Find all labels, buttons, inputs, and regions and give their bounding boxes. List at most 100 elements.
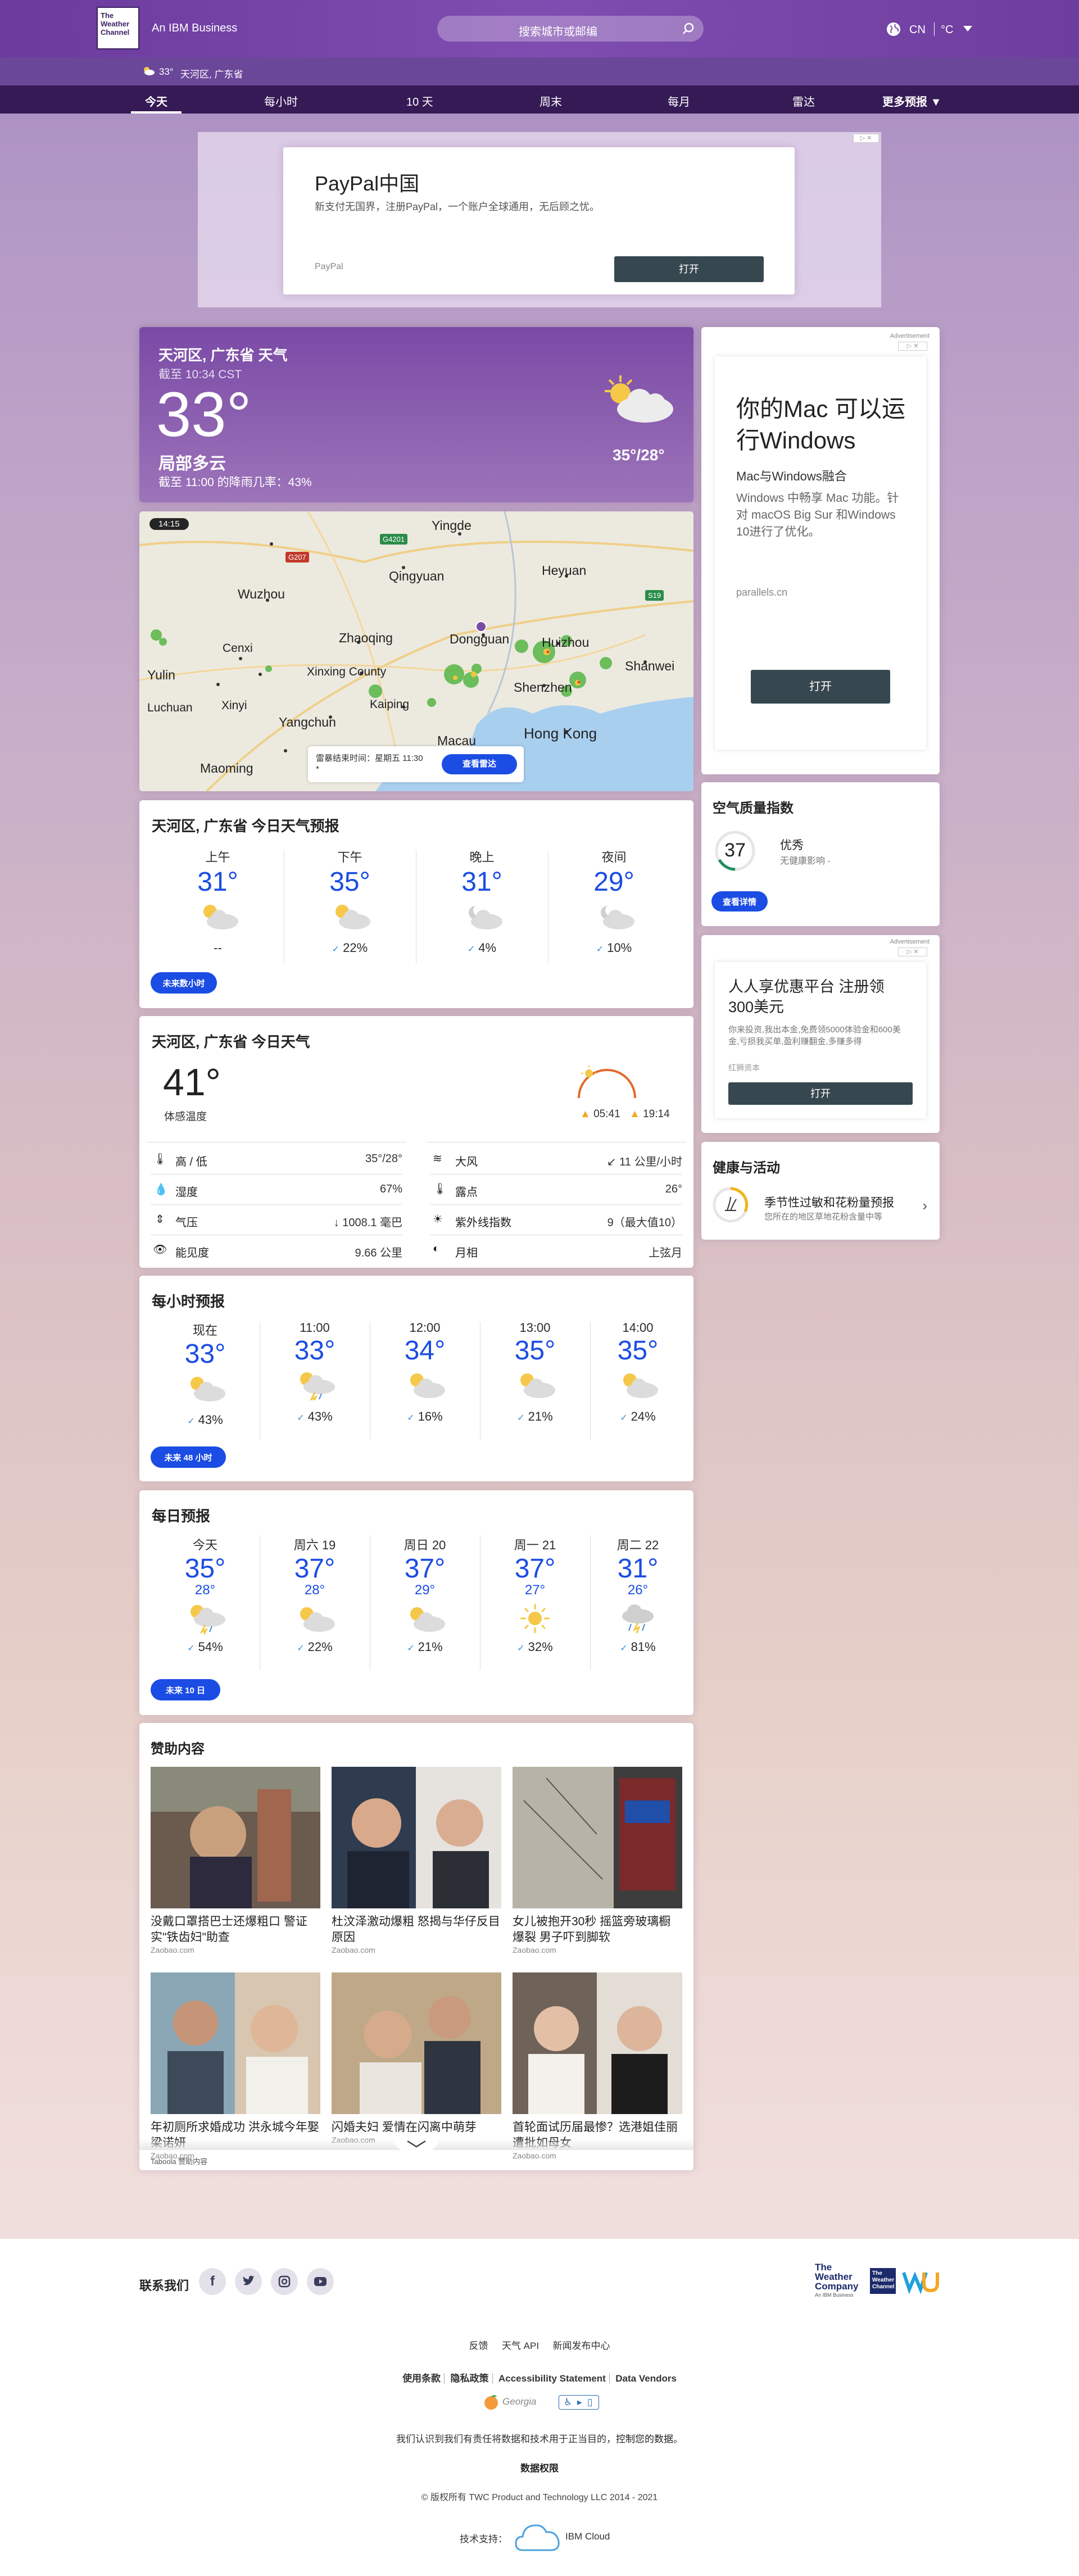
twc-logo[interactable]: The Weather Channel bbox=[97, 7, 139, 49]
hourly-column[interactable]: 14:00 35° ✓ 24% bbox=[590, 1321, 686, 1424]
footer-link-data-vendors[interactable]: Data Vendors bbox=[612, 2373, 680, 2384]
footer-link-privacy[interactable]: 隐私政策 bbox=[447, 2373, 493, 2384]
investment-ad-open-button[interactable]: 打开 bbox=[728, 1082, 913, 1105]
mac-ad-open-button[interactable]: 打开 bbox=[751, 670, 890, 704]
forecast-column[interactable]: 晚上 31° ✓ 4% bbox=[416, 847, 548, 955]
instagram-icon[interactable] bbox=[271, 2268, 298, 2295]
aqi-details-button[interactable]: 查看详情 bbox=[711, 891, 768, 911]
twc-channel-logo[interactable]: The Weather Channel bbox=[870, 2268, 896, 2294]
hourly-column[interactable]: 12:00 34° ✓ 16% bbox=[370, 1321, 480, 1424]
sponsored-card: 赞助内容 没戴口罩搭巴士还爆粗口 警证实"铁齿妇"助查 Zaobao.com 杜… bbox=[139, 1723, 693, 2170]
sponsored-item[interactable]: 首轮面试历届最惨？选港姐佳丽遭批如母女 Zaobao.com bbox=[513, 1972, 682, 2160]
article-title[interactable]: 杜汶泽激动爆粗 怒揭与华仔反目原因 bbox=[332, 1914, 501, 1945]
nav-item-more[interactable]: 更多预报 ▼ bbox=[882, 93, 941, 109]
next-hours-button[interactable]: 未来数小时 bbox=[151, 972, 217, 994]
footer-link-press[interactable]: 新闻发布中心 bbox=[553, 2341, 610, 2351]
wu-logo[interactable] bbox=[901, 2268, 940, 2294]
globe-icon[interactable] bbox=[886, 21, 901, 37]
search-input[interactable]: 搜索城市或邮编 bbox=[519, 22, 597, 39]
footer-link-terms[interactable]: 使用条款 bbox=[399, 2373, 445, 2384]
accessibility-badge[interactable]: ♿ ▸ ▯ bbox=[559, 2395, 599, 2410]
forecast-column[interactable]: 下午 35° ✓ 22% bbox=[284, 847, 416, 955]
nav-item-radar[interactable]: 雷达 bbox=[792, 93, 815, 109]
hourly-column[interactable]: 11:00 33° ✓ 43% bbox=[260, 1321, 370, 1424]
mac-ad-card[interactable]: Advertisement ▷ ✕ 你的Mac 可以运行Windows Mac与… bbox=[701, 327, 940, 774]
unit-label[interactable]: °C bbox=[941, 24, 953, 37]
rain-chance: 22% bbox=[307, 1640, 333, 1654]
data-rights-link[interactable]: 数据权限 bbox=[0, 2460, 1079, 2474]
sunny-icon bbox=[520, 1604, 550, 1633]
view-radar-button[interactable]: 查看雷达 bbox=[442, 754, 517, 774]
sponsored-item[interactable]: 杜汶泽激动爆粗 怒揭与华仔反目原因 Zaobao.com bbox=[332, 1767, 501, 1954]
chevron-right-icon: › bbox=[922, 1197, 927, 1214]
article-image[interactable] bbox=[513, 1767, 682, 1908]
forecast-column[interactable]: 上午 31° -- bbox=[152, 847, 284, 955]
weather-company-logo[interactable]: The Weather Company An IBM Business bbox=[815, 2262, 865, 2307]
footer-link-api[interactable]: 天气 API bbox=[502, 2341, 539, 2351]
georgia-badge[interactable]: Georgia bbox=[482, 2392, 552, 2412]
nav-item-hourly[interactable]: 每小时 bbox=[264, 93, 298, 109]
nav-item-today[interactable]: 今天 bbox=[131, 85, 182, 114]
article-source: Zaobao.com bbox=[151, 1945, 194, 1954]
nav-item-weekend[interactable]: 周末 bbox=[540, 93, 562, 109]
highway-shield: G4201 bbox=[380, 534, 408, 545]
investment-ad-card[interactable]: Advertisement ▷ ✕ 人人享优惠平台 注册领300美元 你来投资,… bbox=[701, 935, 940, 1133]
daily-column[interactable]: 周一 21 37° 27° ✓ 32% bbox=[480, 1535, 590, 1654]
article-image[interactable] bbox=[513, 1972, 682, 2114]
article-image[interactable] bbox=[332, 1972, 501, 2114]
raindrop-icon: ✓ bbox=[332, 945, 340, 954]
ad-close-badge[interactable]: ▷ ✕ bbox=[898, 947, 927, 956]
nav-item-10day[interactable]: 10 天 bbox=[406, 93, 433, 109]
footer-link-feedback[interactable]: 反馈 bbox=[469, 2341, 488, 2351]
article-image[interactable] bbox=[151, 1767, 320, 1908]
pollen-item[interactable]: 季节性过敏和花粉量预报 您所在的地区草地花粉含量中等 › bbox=[711, 1182, 930, 1228]
nav-item-monthly[interactable]: 每月 bbox=[668, 93, 690, 109]
hour-temp: 35° bbox=[617, 1336, 659, 1366]
daily-column[interactable]: 周日 20 37° 29° ✓ 21% bbox=[370, 1535, 480, 1654]
taboola-label[interactable]: Taboola 赞助内容 bbox=[151, 2156, 207, 2166]
next-48-hours-button[interactable]: 未来 48 小时 bbox=[151, 1446, 226, 1468]
twitter-icon[interactable] bbox=[235, 2268, 262, 2295]
daily-column[interactable]: 今天 35° 28° ✓ 54% bbox=[151, 1535, 260, 1654]
article-image[interactable] bbox=[151, 1972, 320, 2114]
radar-map-card[interactable]: Yingde Qingyuan Heyuan Wuzhou Zhaoqing D… bbox=[139, 511, 693, 791]
map-label: Kaiping bbox=[370, 698, 410, 711]
sponsored-item[interactable]: 闪婚夫妇 爱情在闪离中萌芽 Zaobao.com bbox=[332, 1972, 501, 2144]
article-title[interactable]: 没戴口罩搭巴士还爆粗口 警证实"铁齿妇"助查 bbox=[151, 1914, 320, 1945]
hourly-column[interactable]: 13:00 35° ✓ 21% bbox=[480, 1321, 590, 1424]
day-high: 31° bbox=[617, 1554, 659, 1584]
forecast-column[interactable]: 夜间 29° ✓ 10% bbox=[548, 847, 680, 955]
ibm-business-label: An IBM Business bbox=[152, 22, 238, 34]
day-label: 今天 bbox=[192, 1538, 217, 1552]
subbar-temp[interactable]: 33° bbox=[159, 66, 174, 78]
article-title[interactable]: 女儿被抱开30秒 摇篮旁玻璃橱爆裂 男子吓到脚软 bbox=[513, 1914, 682, 1945]
daily-column[interactable]: 周六 19 37° 28° ✓ 22% bbox=[260, 1535, 370, 1654]
ad-close-badge[interactable]: ▷ ✕ bbox=[898, 342, 927, 351]
article-image[interactable] bbox=[332, 1767, 501, 1908]
current-rain-chance: 截至 11:00 的降雨几率：43% bbox=[158, 476, 312, 489]
search-icon[interactable] bbox=[682, 22, 695, 35]
paypal-ad-open-button[interactable]: 打开 bbox=[614, 256, 764, 282]
ad-close-badge[interactable]: ▷ ✕ bbox=[853, 134, 879, 143]
partly-cloudy-icon bbox=[335, 905, 370, 929]
article-title[interactable]: 闪婚夫妇 爱情在闪离中萌芽 bbox=[332, 2120, 501, 2135]
hourly-column[interactable]: 现在 33° ✓ 43% bbox=[151, 1321, 260, 1427]
footer-link-accessibility[interactable]: Accessibility Statement bbox=[495, 2373, 610, 2384]
sponsored-item[interactable]: 没戴口罩搭巴士还爆粗口 警证实"铁齿妇"助查 Zaobao.com bbox=[151, 1767, 320, 1954]
subbar-location[interactable]: 天河区, 广东省 bbox=[180, 66, 243, 80]
next-10-days-button[interactable]: 未来 10 日 bbox=[151, 1679, 220, 1700]
locale-label[interactable]: CN bbox=[909, 24, 926, 37]
sponsored-item[interactable]: 年初厕所求婚成功 洪永城今年娶梁诺妍 Zaobao.com bbox=[151, 1972, 320, 2160]
daily-column[interactable]: 周二 22 31° 26° ✓ 81% bbox=[590, 1535, 686, 1654]
control-data-link[interactable]: 控制您的数据 bbox=[616, 2434, 673, 2445]
paypal-ad[interactable]: PayPal中国 新支付无国界，注册PayPal，一个账户全球通用，无后顾之忧。… bbox=[283, 147, 795, 294]
today-forecast-title: 天河区, 广东省 今日天气预报 bbox=[152, 818, 339, 835]
facebook-icon[interactable]: f bbox=[199, 2268, 226, 2295]
cloud-logo-icon[interactable] bbox=[515, 2518, 561, 2555]
chevron-down-icon[interactable] bbox=[962, 25, 973, 33]
twc-company-line: Company bbox=[815, 2281, 859, 2292]
youtube-icon[interactable] bbox=[307, 2268, 334, 2295]
sponsored-item[interactable]: 女儿被抱开30秒 摇篮旁玻璃橱爆裂 男子吓到脚软 Zaobao.com bbox=[513, 1767, 682, 1954]
mac-ad-title: 你的Mac 可以运行Windows bbox=[736, 396, 906, 453]
search-box[interactable]: 搜索城市或邮编 bbox=[437, 16, 704, 42]
